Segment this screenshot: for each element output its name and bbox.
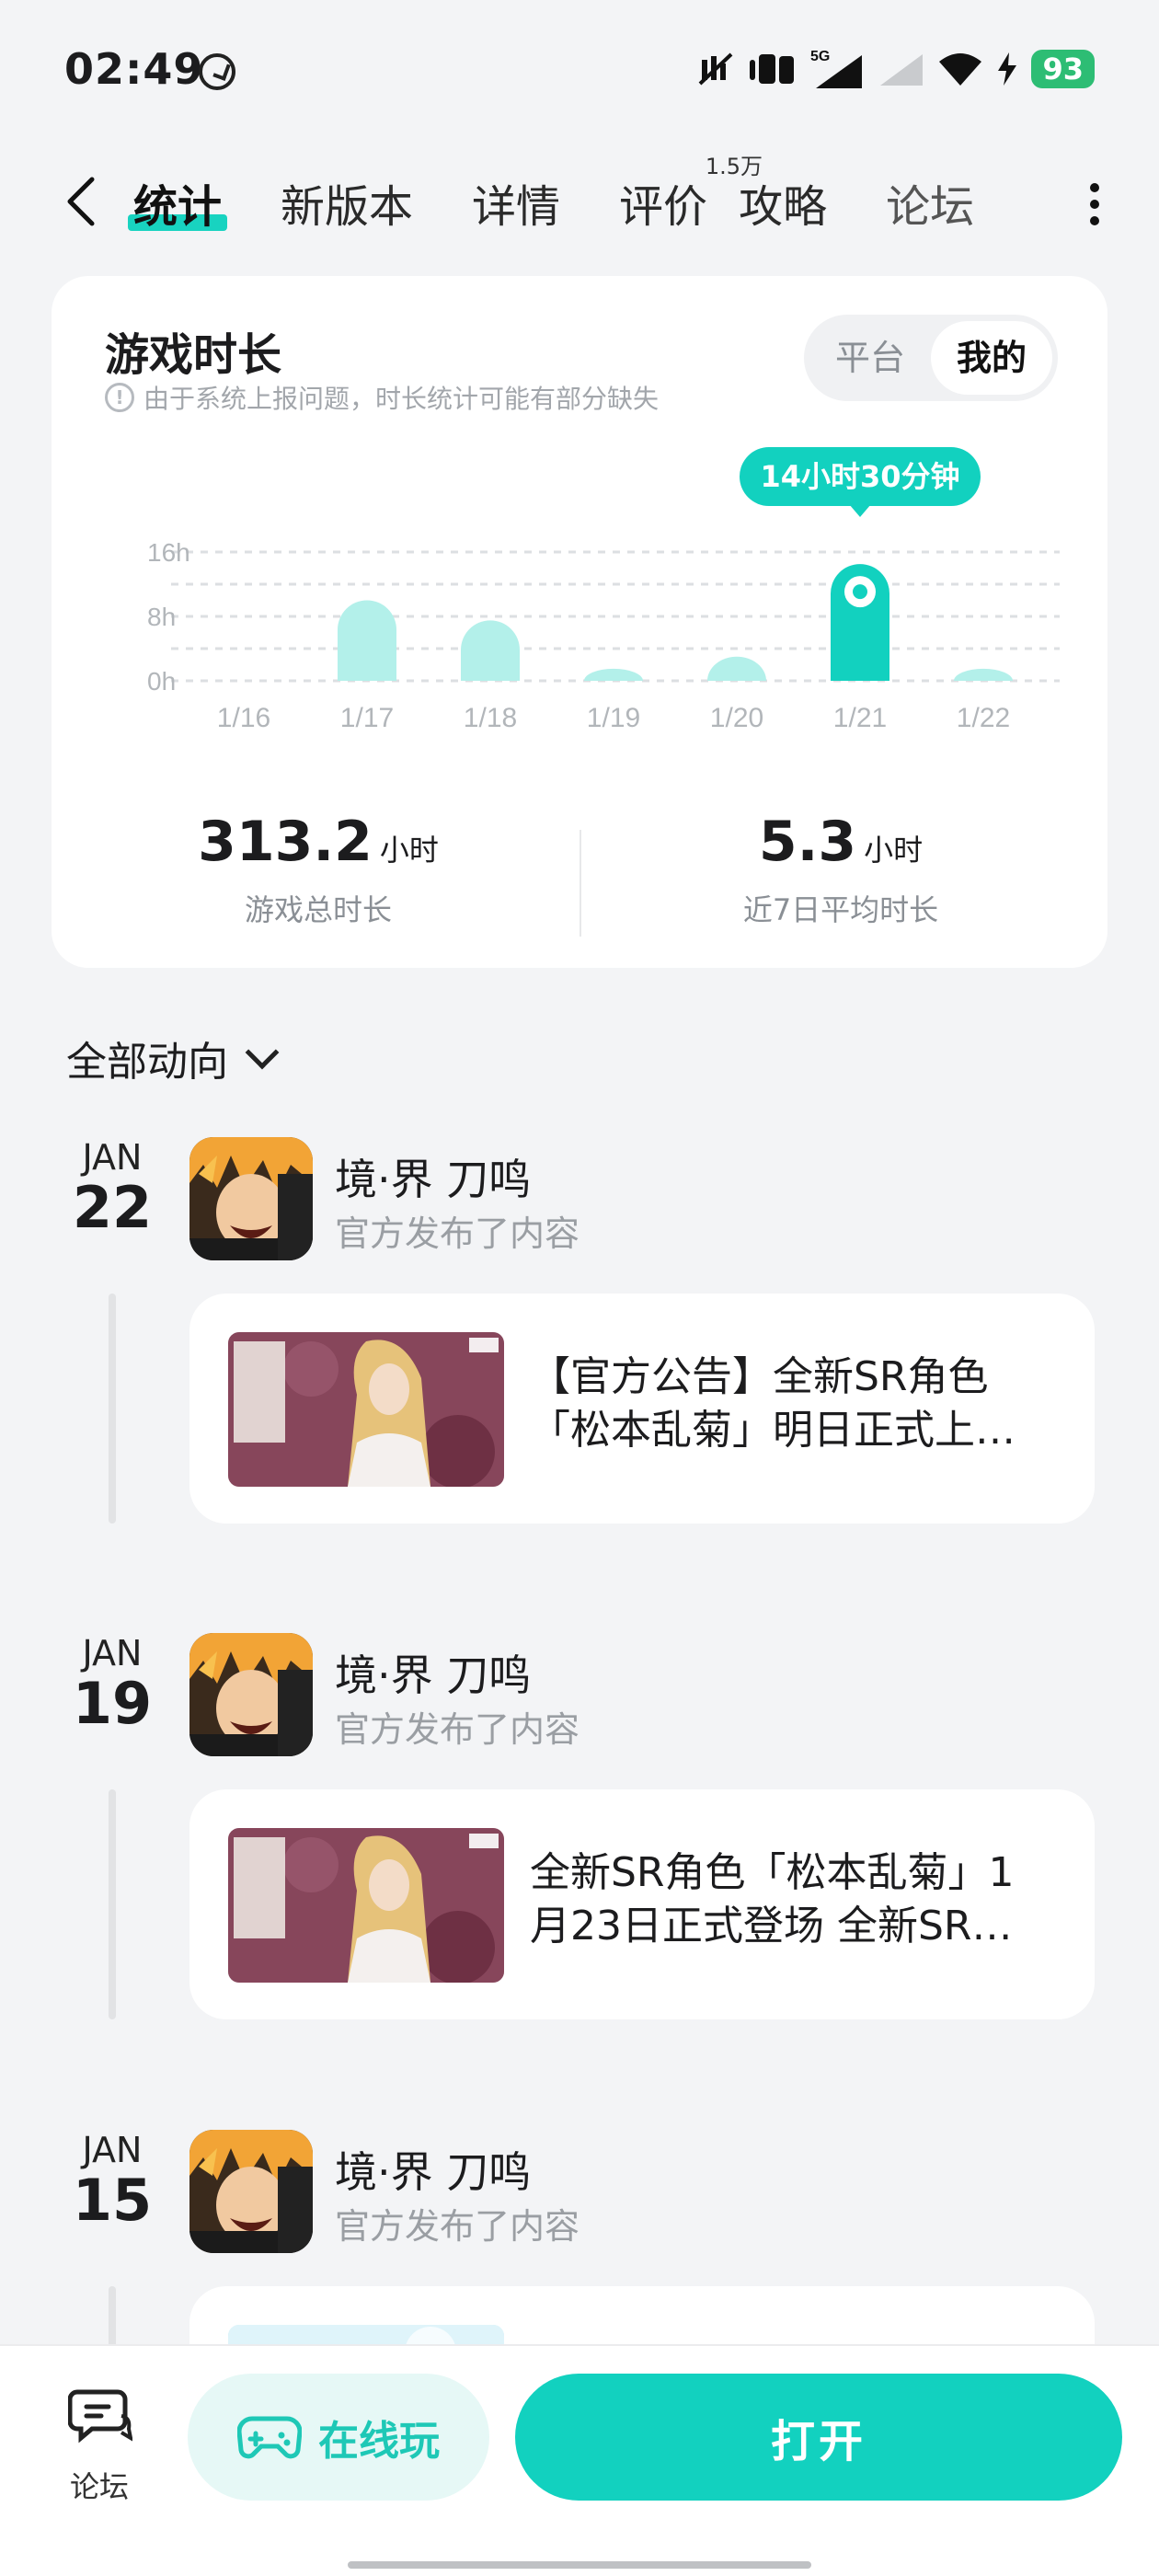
playtime-bar-chart: 0h 8h 16h 1/16 1/17 1/18 1/19 1/20 14小时30分钟 1/21 1…: [147, 447, 1060, 733]
toggle-platform[interactable]: 平台: [809, 321, 931, 395]
signal-icon: [880, 54, 924, 86]
forum-icon[interactable]: [68, 2385, 132, 2445]
timeline-line: [109, 1789, 116, 2019]
tab-details[interactable]: 详情: [472, 170, 560, 235]
post-thumbnail: [228, 1332, 504, 1487]
tooltip-pointer: [849, 504, 871, 517]
timeline-line: [109, 1294, 116, 1524]
bottom-bar: 论坛 在线玩 打开: [0, 2344, 1159, 2576]
game-name[interactable]: 境·界 刀鸣: [335, 1146, 531, 1207]
game-name[interactable]: 境·界 刀鸣: [335, 2139, 531, 2200]
more-menu-icon[interactable]: [1085, 178, 1104, 233]
signal-5g-icon: 5G: [810, 49, 863, 88]
status-time: 02:49: [64, 44, 204, 94]
entry-month: JAN: [82, 1633, 143, 1673]
status-icons: 5G 93: [698, 46, 1095, 92]
gamepad-icon: [237, 2416, 302, 2459]
totals: 313.2 小时 游戏总时长 5.3 小时 近7日平均时长: [52, 810, 1107, 948]
post-card[interactable]: 全新SR角色「松本乱菊」1 月23日正式登场 全新SR…: [189, 1789, 1095, 2019]
chart-bar[interactable]: [584, 668, 643, 681]
wifi-icon: [939, 53, 982, 86]
battery-level: 93: [1031, 50, 1095, 88]
chevron-down-icon: [245, 1035, 280, 1070]
y-tick-label: 16h: [147, 538, 190, 567]
open-button[interactable]: 打开: [515, 2374, 1122, 2501]
x-tick-label: 1/21: [833, 703, 887, 733]
x-tick-label: 1/17: [340, 703, 394, 733]
feed-entry: JAN 19 境·界 刀鸣 官方发布了内容 全新SR角色「松本乱菊」1 月23日…: [0, 1633, 1159, 2111]
post-text: 全新SR角色「松本乱菊」1 月23日正式登场 全新SR…: [530, 1849, 1015, 1949]
x-tick-label: 1/16: [217, 703, 270, 733]
scope-toggle: 平台 我的: [804, 315, 1058, 401]
entry-date: JAN 15: [57, 2130, 167, 2230]
x-tick-label: 1/20: [710, 703, 763, 733]
chart-bar[interactable]: [338, 600, 396, 682]
entry-action: 官方发布了内容: [335, 2206, 580, 2247]
entry-day: 15: [72, 2167, 153, 2234]
entry-action: 官方发布了内容: [335, 1709, 580, 1750]
entry-day: 19: [72, 1670, 153, 1737]
y-tick-label: 8h: [147, 603, 176, 631]
card-title: 游戏时长: [105, 329, 282, 381]
info-icon: !: [105, 383, 134, 412]
entry-date: JAN 22: [57, 1137, 167, 1237]
tab-forum[interactable]: 论坛: [886, 170, 974, 235]
entry-action: 官方发布了内容: [335, 1213, 580, 1254]
top-nav: 统计 新版本 详情 评价 1.5万 攻略 论坛: [0, 154, 1159, 262]
tooltip-text: 14小时30分钟: [760, 459, 959, 494]
tab-new-version[interactable]: 新版本: [281, 170, 413, 235]
x-tick-label: 1/19: [587, 703, 640, 733]
post-text: 【官方公告】全新SR角色 「松本乱菊」明日正式上…: [530, 1353, 1016, 1454]
game-avatar[interactable]: [189, 1137, 313, 1260]
tab-bar: 统计 新版本 详情 评价 1.5万 攻略 论坛: [128, 154, 1033, 235]
game-avatar[interactable]: [189, 2130, 313, 2253]
tab-reviews[interactable]: 评价 1.5万: [619, 154, 763, 235]
feed-filter[interactable]: 全部动向: [66, 1029, 280, 1087]
mute-icon: [699, 52, 733, 86]
forum-label[interactable]: 论坛: [55, 2464, 143, 2506]
home-indicator[interactable]: [348, 2561, 811, 2569]
tab-stats[interactable]: 统计: [128, 170, 228, 235]
chart-bar[interactable]: [461, 620, 520, 681]
chart-bar[interactable]: [954, 668, 1013, 681]
chart-bar[interactable]: [707, 656, 766, 681]
y-tick-label: 0h: [147, 667, 176, 696]
game-name[interactable]: 境·界 刀鸣: [335, 1642, 531, 1703]
vibrate-icon: [750, 54, 795, 84]
entry-month: JAN: [82, 1137, 143, 1178]
selected-point-dot: [853, 584, 867, 600]
x-tick-label: 1/22: [957, 703, 1010, 733]
post-thumbnail: [228, 1828, 504, 1983]
status-bar: 02:49 5G 93: [0, 0, 1159, 138]
sync-icon: [199, 53, 235, 90]
entry-date: JAN 19: [57, 1633, 167, 1733]
total-playtime: 313.2 小时 游戏总时长: [198, 810, 439, 927]
toggle-mine[interactable]: 我的: [931, 321, 1052, 395]
tab-guides[interactable]: 攻略: [739, 170, 827, 235]
divider: [580, 830, 581, 937]
charging-icon: [998, 52, 1017, 86]
card-note: ! 由于系统上报问题，时长统计可能有部分缺失: [105, 379, 659, 416]
x-tick-label: 1/18: [464, 703, 517, 733]
average-playtime: 5.3 小时 近7日平均时长: [742, 810, 939, 927]
feed-entry: JAN 22 境·界 刀鸣 官方发布了内容 【官方公告】全新SR角色 「松本乱菊…: [0, 1137, 1159, 1616]
svg-text:5G: 5G: [810, 49, 830, 64]
entry-day: 22: [72, 1174, 153, 1241]
play-online-button[interactable]: 在线玩: [188, 2374, 489, 2501]
game-avatar[interactable]: [189, 1633, 313, 1756]
playtime-card: 游戏时长 ! 由于系统上报问题，时长统计可能有部分缺失 平台 我的 0h 8h 16…: [52, 276, 1107, 968]
back-arrow-icon[interactable]: [57, 174, 112, 229]
entry-month: JAN: [82, 2130, 143, 2170]
post-card[interactable]: 【官方公告】全新SR角色 「松本乱菊」明日正式上…: [189, 1294, 1095, 1524]
